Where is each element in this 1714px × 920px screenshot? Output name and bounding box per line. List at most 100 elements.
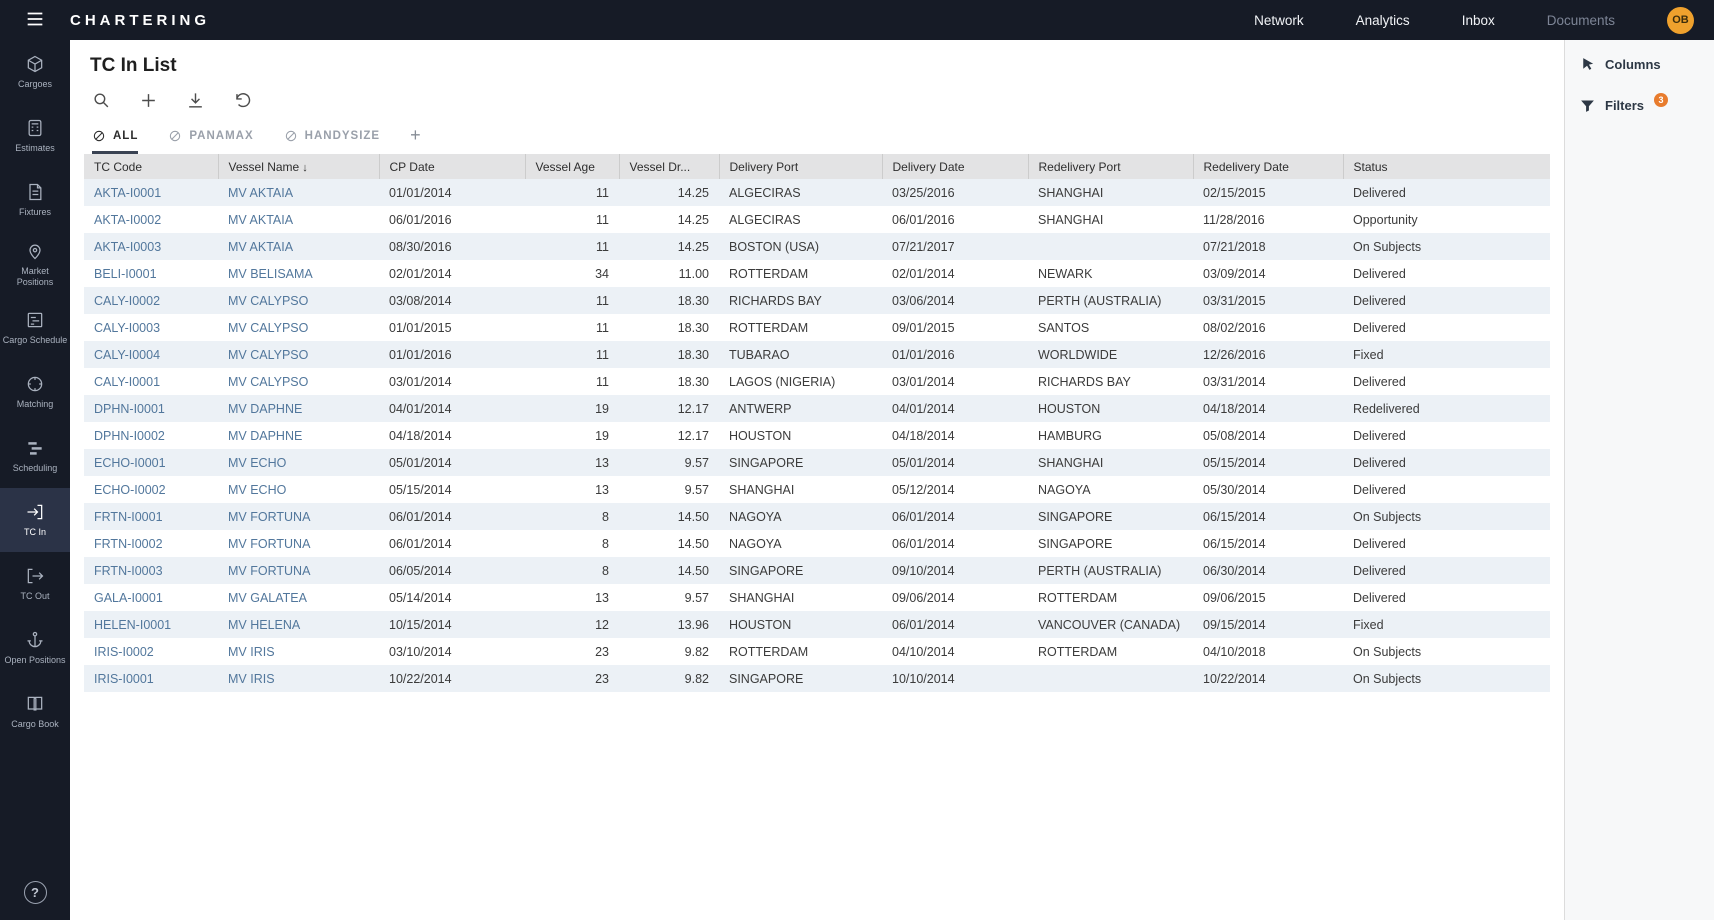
table-row[interactable]: ECHO-I0001MV ECHO05/01/2014139.57SINGAPO… — [84, 449, 1550, 476]
cell-tc-code[interactable]: CALY-I0004 — [84, 341, 218, 368]
cell-vessel-name[interactable]: MV CALYPSO — [218, 341, 379, 368]
column-header-vessel-draft[interactable]: Vessel Dr... — [619, 154, 719, 179]
cell-tc-code[interactable]: FRTN-I0003 — [84, 557, 218, 584]
table-row[interactable]: BELI-I0001MV BELISAMA02/01/20143411.00RO… — [84, 260, 1550, 287]
tab-handysize[interactable]: HANDYSIZE — [284, 129, 380, 154]
sidebar-item-market-positions[interactable]: Market Positions — [0, 232, 70, 296]
cell-tc-code[interactable]: IRIS-I0001 — [84, 665, 218, 692]
table-row[interactable]: IRIS-I0001MV IRIS10/22/2014239.82SINGAPO… — [84, 665, 1550, 692]
cell-vessel-name[interactable]: MV GALATEA — [218, 584, 379, 611]
table-row[interactable]: CALY-I0003MV CALYPSO01/01/20151118.30ROT… — [84, 314, 1550, 341]
cell-tc-code[interactable]: CALY-I0003 — [84, 314, 218, 341]
cell-vessel-age: 8 — [525, 557, 619, 584]
column-header-delivery-date[interactable]: Delivery Date — [882, 154, 1028, 179]
table-row[interactable]: FRTN-I0003MV FORTUNA06/05/2014814.50SING… — [84, 557, 1550, 584]
table-row[interactable]: CALY-I0004MV CALYPSO01/01/20161118.30TUB… — [84, 341, 1550, 368]
cell-tc-code[interactable]: DPHN-I0002 — [84, 422, 218, 449]
cell-vessel-name[interactable]: MV CALYPSO — [218, 314, 379, 341]
cell-tc-code[interactable]: CALY-I0002 — [84, 287, 218, 314]
table-row[interactable]: AKTA-I0003MV AKTAIA08/30/20161114.25BOST… — [84, 233, 1550, 260]
column-header-cp-date[interactable]: CP Date — [379, 154, 525, 179]
sidebar-item-cargo-schedule[interactable]: Cargo Schedule — [0, 296, 70, 360]
tab-all[interactable]: ALL — [92, 129, 138, 154]
table-row[interactable]: CALY-I0002MV CALYPSO03/08/20141118.30RIC… — [84, 287, 1550, 314]
sidebar-item-fixtures[interactable]: Fixtures — [0, 168, 70, 232]
cell-vessel-name[interactable]: MV AKTAIA — [218, 206, 379, 233]
table-row[interactable]: DPHN-I0001MV DAPHNE04/01/20141912.17ANTW… — [84, 395, 1550, 422]
sidebar-item-estimates[interactable]: Estimates — [0, 104, 70, 168]
reset-button[interactable] — [233, 91, 252, 110]
columns-button[interactable]: Columns — [1579, 56, 1700, 73]
cell-vessel-name[interactable]: MV IRIS — [218, 638, 379, 665]
column-header-delivery-port[interactable]: Delivery Port — [719, 154, 882, 179]
sidebar-item-tc-in[interactable]: TC In — [0, 488, 70, 552]
filters-button[interactable]: Filters 3 — [1579, 97, 1700, 114]
cell-tc-code[interactable]: ECHO-I0002 — [84, 476, 218, 503]
add-view-button[interactable]: + — [410, 126, 421, 154]
table-row[interactable]: AKTA-I0002MV AKTAIA06/01/20161114.25ALGE… — [84, 206, 1550, 233]
export-button[interactable] — [186, 91, 205, 110]
cell-vessel-name[interactable]: MV AKTAIA — [218, 233, 379, 260]
column-header-vessel-age[interactable]: Vessel Age — [525, 154, 619, 179]
cell-vessel-name[interactable]: MV CALYPSO — [218, 287, 379, 314]
column-header-status[interactable]: Status — [1343, 154, 1550, 179]
table-row[interactable]: ECHO-I0002MV ECHO05/15/2014139.57SHANGHA… — [84, 476, 1550, 503]
menu-button[interactable] — [0, 0, 70, 40]
cell-vessel-name[interactable]: MV CALYPSO — [218, 368, 379, 395]
cell-vessel-name[interactable]: MV HELENA — [218, 611, 379, 638]
sidebar-item-matching[interactable]: Matching — [0, 360, 70, 424]
cell-vessel-name[interactable]: MV AKTAIA — [218, 179, 379, 206]
avatar[interactable]: OB — [1667, 7, 1694, 34]
cell-tc-code[interactable]: FRTN-I0002 — [84, 530, 218, 557]
column-header-redelivery-port[interactable]: Redelivery Port — [1028, 154, 1193, 179]
cell-tc-code[interactable]: AKTA-I0002 — [84, 206, 218, 233]
sidebar-item-cargoes[interactable]: Cargoes — [0, 40, 70, 104]
cell-vessel-name[interactable]: MV FORTUNA — [218, 503, 379, 530]
table-row[interactable]: IRIS-I0002MV IRIS03/10/2014239.82ROTTERD… — [84, 638, 1550, 665]
cell-vessel-name[interactable]: MV DAPHNE — [218, 422, 379, 449]
table-row[interactable]: HELEN-I0001MV HELENA10/15/20141213.96HOU… — [84, 611, 1550, 638]
nav-inbox[interactable]: Inbox — [1462, 13, 1495, 28]
cell-tc-code[interactable]: AKTA-I0003 — [84, 233, 218, 260]
table-row[interactable]: AKTA-I0001MV AKTAIA01/01/20141114.25ALGE… — [84, 179, 1550, 206]
table-row[interactable]: CALY-I0001MV CALYPSO03/01/20141118.30LAG… — [84, 368, 1550, 395]
cell-tc-code[interactable]: FRTN-I0001 — [84, 503, 218, 530]
column-header-vessel-name[interactable]: Vessel Name↓ — [218, 154, 379, 179]
sidebar-item-scheduling[interactable]: Scheduling — [0, 424, 70, 488]
column-header-redelivery-date[interactable]: Redelivery Date — [1193, 154, 1343, 179]
cell-tc-code[interactable]: AKTA-I0001 — [84, 179, 218, 206]
help-button[interactable]: ? — [24, 881, 47, 904]
sidebar-item-cargo-book[interactable]: Cargo Book — [0, 680, 70, 744]
table-row[interactable]: GALA-I0001MV GALATEA05/14/2014139.57SHAN… — [84, 584, 1550, 611]
main-content: TC In List ALL — [70, 40, 1564, 920]
cell-tc-code[interactable]: GALA-I0001 — [84, 584, 218, 611]
table-row[interactable]: FRTN-I0001MV FORTUNA06/01/2014814.50NAGO… — [84, 503, 1550, 530]
search-button[interactable] — [92, 91, 111, 110]
tab-panamax[interactable]: PANAMAX — [168, 129, 253, 154]
cell-tc-code[interactable]: HELEN-I0001 — [84, 611, 218, 638]
cell-tc-code[interactable]: IRIS-I0002 — [84, 638, 218, 665]
sidebar-item-open-positions[interactable]: Open Positions — [0, 616, 70, 680]
cell-vessel-name[interactable]: MV ECHO — [218, 449, 379, 476]
nav-network[interactable]: Network — [1254, 13, 1304, 28]
columns-label: Columns — [1605, 57, 1661, 72]
cell-tc-code[interactable]: BELI-I0001 — [84, 260, 218, 287]
cell-tc-code[interactable]: ECHO-I0001 — [84, 449, 218, 476]
table-row[interactable]: DPHN-I0002MV DAPHNE04/18/20141912.17HOUS… — [84, 422, 1550, 449]
cell-delivery-date: 05/12/2014 — [882, 476, 1028, 503]
cell-vessel-name[interactable]: MV IRIS — [218, 665, 379, 692]
nav-analytics[interactable]: Analytics — [1356, 13, 1410, 28]
cell-vessel-name[interactable]: MV FORTUNA — [218, 530, 379, 557]
column-header-tc-code[interactable]: TC Code — [84, 154, 218, 179]
nav-documents[interactable]: Documents — [1547, 13, 1615, 28]
cell-vessel-name[interactable]: MV FORTUNA — [218, 557, 379, 584]
sidebar-item-label: Cargo Book — [11, 719, 59, 730]
table-row[interactable]: FRTN-I0002MV FORTUNA06/01/2014814.50NAGO… — [84, 530, 1550, 557]
add-button[interactable] — [139, 91, 158, 110]
cell-vessel-name[interactable]: MV DAPHNE — [218, 395, 379, 422]
sidebar-item-tc-out[interactable]: TC Out — [0, 552, 70, 616]
cell-tc-code[interactable]: CALY-I0001 — [84, 368, 218, 395]
cell-vessel-name[interactable]: MV BELISAMA — [218, 260, 379, 287]
cell-tc-code[interactable]: DPHN-I0001 — [84, 395, 218, 422]
cell-vessel-name[interactable]: MV ECHO — [218, 476, 379, 503]
